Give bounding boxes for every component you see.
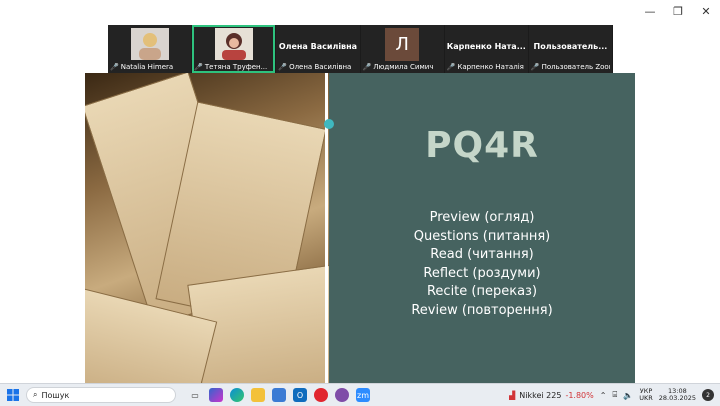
- outlook-icon[interactable]: O: [293, 388, 307, 402]
- windows-icon: [7, 389, 19, 401]
- taskbar: ⌕ Пошук ▭ O zm ▟ Nikkei 225 -1.80% ⌃ ⌸ 🔈…: [0, 383, 720, 406]
- viber-icon[interactable]: [335, 388, 349, 402]
- avatar: Л: [385, 28, 420, 61]
- muted-mic-icon: 🎤: [362, 63, 372, 71]
- slide-item: Preview (огляд): [429, 210, 535, 225]
- participant-tile[interactable]: Карпенко Ната... 🎤 Карпенко Наталія: [444, 25, 528, 73]
- participant-label: 🎤 Людмила Симич: [363, 63, 442, 71]
- participants-strip: 🎤 Natalia Himera 🎤 Тетяна Труфен... Олен…: [108, 25, 613, 73]
- slide-items: Preview (огляд) Questions (питання) Read…: [329, 209, 635, 320]
- muted-mic-icon: 🎤: [278, 63, 288, 71]
- opera-icon[interactable]: [314, 388, 328, 402]
- participant-display-name: Пользователь...: [533, 42, 608, 51]
- date: 28.03.2025: [658, 394, 696, 402]
- shared-screen-slide: PQ4R Preview (огляд) Questions (питання)…: [85, 73, 635, 383]
- minimize-button[interactable]: —: [636, 0, 664, 22]
- participant-name: Людмила Симич: [373, 63, 434, 71]
- task-view-icon[interactable]: ▭: [188, 388, 202, 402]
- notification-badge[interactable]: 2: [702, 389, 714, 401]
- chevron-up-icon[interactable]: ⌃: [600, 391, 607, 400]
- participant-display-name: Олена Василівна: [278, 42, 358, 51]
- participant-label: 🎤 Пользователь Zoom: [531, 63, 610, 71]
- participant-video: [130, 28, 169, 60]
- clock[interactable]: 13:08 28.03.2025: [658, 387, 696, 403]
- language-indicator[interactable]: УКР UKR: [639, 387, 653, 403]
- muted-mic-icon: 🎤: [530, 63, 540, 71]
- participant-name: Олена Василівна: [289, 63, 352, 71]
- participant-tile[interactable]: Л 🎤 Людмила Симич: [360, 25, 444, 73]
- system-tray: ▟ Nikkei 225 -1.80% ⌃ ⌸ 🔈 УКР UKR 13:08 …: [509, 387, 720, 403]
- participant-tile-active[interactable]: 🎤 Тетяна Труфен...: [192, 25, 276, 73]
- lang-bottom: UKR: [639, 394, 653, 402]
- zoom-icon[interactable]: zm: [356, 388, 370, 402]
- stock-change: -1.80%: [565, 390, 594, 400]
- chart-down-icon: ▟: [509, 390, 516, 400]
- file-explorer-icon[interactable]: [251, 388, 265, 402]
- slide-title: PQ4R: [425, 125, 539, 166]
- participant-tile[interactable]: Олена Василівна 🎤 Олена Василівна: [276, 25, 360, 73]
- participant-label: 🎤 Natalia Himera: [110, 63, 189, 71]
- taskbar-apps: ▭ O zm: [188, 388, 370, 402]
- stock-widget[interactable]: ▟ Nikkei 225 -1.80%: [509, 391, 594, 400]
- participant-display-name: Карпенко Ната...: [446, 42, 526, 51]
- muted-mic-icon: 🎤: [194, 63, 203, 71]
- close-button[interactable]: ✕: [692, 0, 720, 22]
- participant-tile[interactable]: 🎤 Natalia Himera: [108, 25, 192, 73]
- participant-video: [214, 28, 253, 60]
- search-placeholder: Пошук: [41, 390, 70, 400]
- network-icon[interactable]: ⌸: [612, 390, 617, 400]
- slide-item: Questions (питання): [413, 228, 551, 244]
- restore-button[interactable]: ❐: [664, 0, 692, 22]
- start-button[interactable]: [4, 389, 22, 401]
- muted-mic-icon: 🎤: [446, 63, 456, 71]
- participant-tile[interactable]: Пользователь... 🎤 Пользователь Zoom: [528, 25, 613, 73]
- books-photo: [85, 73, 329, 383]
- participant-label: 🎤 Тетяна Труфен...: [194, 63, 273, 71]
- search-input[interactable]: ⌕ Пошук: [26, 387, 176, 403]
- slide-item: Recite (переказ): [426, 284, 538, 299]
- stock-name: Nikkei 225: [519, 390, 562, 400]
- participant-name: Пользователь Zoom: [541, 63, 611, 71]
- volume-icon[interactable]: 🔈: [623, 391, 633, 400]
- slide-item: Review (повторення): [411, 302, 553, 318]
- copilot-icon[interactable]: [209, 388, 223, 402]
- participant-label: 🎤 Олена Василівна: [278, 63, 357, 71]
- store-icon[interactable]: [272, 388, 286, 402]
- slide-item: Read (читання): [430, 247, 534, 262]
- participant-name: Карпенко Наталія: [457, 63, 524, 71]
- window-controls: — ❐ ✕: [636, 0, 720, 22]
- search-icon: ⌕: [33, 390, 38, 399]
- edge-icon[interactable]: [230, 388, 244, 402]
- muted-mic-icon: 🎤: [110, 63, 119, 71]
- participant-name: Natalia Himera: [120, 63, 174, 71]
- participant-label: 🎤 Карпенко Наталія: [447, 63, 526, 71]
- participant-name: Тетяна Труфен...: [204, 63, 268, 71]
- slide-item: Reflect (роздуми): [423, 265, 541, 281]
